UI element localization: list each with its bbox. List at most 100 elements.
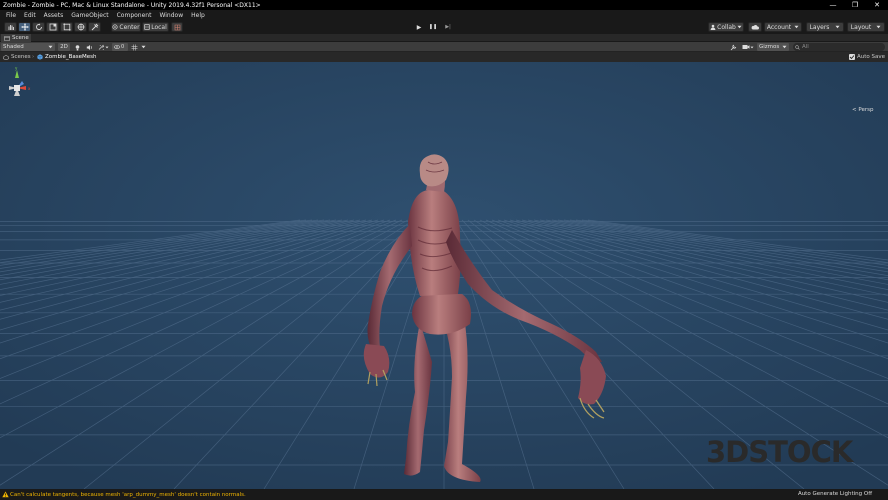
pause-button[interactable]: ❚❚ xyxy=(426,22,440,32)
hidden-count: 0 xyxy=(121,44,125,50)
rotate-tool-button[interactable] xyxy=(32,22,45,32)
breadcrumb-prefab-label: Zombie_BaseMesh xyxy=(45,54,97,60)
move-tool-button[interactable] xyxy=(18,22,31,32)
tab-scene[interactable]: Scene xyxy=(1,34,31,42)
auto-save-checkbox[interactable] xyxy=(849,54,855,60)
step-button[interactable]: ▶| xyxy=(441,22,455,32)
account-dropdown[interactable]: Account xyxy=(764,22,802,32)
chevron-down-icon xyxy=(48,45,53,49)
transform-tool-icon xyxy=(77,23,84,31)
wrench-icon xyxy=(730,44,737,50)
cloud-button[interactable] xyxy=(748,22,762,32)
menu-bar: File Edit Assets GameObject Component Wi… xyxy=(0,10,888,20)
play-button[interactable]: ▶ xyxy=(412,22,426,32)
layers-dropdown[interactable]: Layers xyxy=(806,22,844,32)
scene-tools-button[interactable] xyxy=(730,43,737,51)
menu-window[interactable]: Window xyxy=(155,12,187,19)
chevron-down-icon xyxy=(105,46,109,48)
camera-settings-dropdown[interactable] xyxy=(742,43,754,51)
lighting-toggle[interactable] xyxy=(74,43,81,51)
chevron-down-icon xyxy=(750,46,754,48)
menu-edit[interactable]: Edit xyxy=(20,12,40,19)
warning-icon xyxy=(2,491,9,498)
2d-mode-toggle[interactable]: 2D xyxy=(58,43,70,51)
svg-text:x: x xyxy=(28,86,31,91)
menu-file[interactable]: File xyxy=(2,12,20,19)
search-icon xyxy=(795,44,800,50)
grid-toggle[interactable] xyxy=(131,43,138,51)
close-window-button[interactable]: ✕ xyxy=(866,0,888,10)
auto-save-toggle[interactable]: Auto Save xyxy=(849,53,885,61)
breadcrumb-scenes[interactable]: Scenes xyxy=(3,53,31,61)
window-title: Zombie - Zombie - PC, Mac & Linux Standa… xyxy=(3,1,261,9)
layout-dropdown[interactable]: Layout xyxy=(847,22,885,32)
window-controls: — ❐ ✕ xyxy=(822,0,888,10)
pivot-space-label: Local xyxy=(151,23,167,31)
scale-tool-button[interactable] xyxy=(46,22,59,32)
lighting-status[interactable]: Auto Generate Lighting Off xyxy=(798,491,872,497)
menu-help[interactable]: Help xyxy=(187,12,209,19)
eye-slash-icon xyxy=(114,45,120,49)
main-toolbar: Center Local ▶ ❚❚ ▶| Collab Account Laye… xyxy=(0,20,888,34)
watermark-text: 3DSTOCK xyxy=(706,436,855,466)
audio-toggle[interactable] xyxy=(86,43,93,51)
breadcrumb-prefab[interactable]: Zombie_BaseMesh xyxy=(37,53,97,61)
window-titlebar: Zombie - Zombie - PC, Mac & Linux Standa… xyxy=(0,0,888,10)
collab-button[interactable]: Collab xyxy=(708,22,744,32)
minimize-button[interactable]: — xyxy=(822,0,844,10)
logo-mark: 3DSTOCK xyxy=(706,435,856,469)
draw-mode-dropdown[interactable]: Shaded xyxy=(1,43,55,51)
layers-label: Layers xyxy=(809,23,830,31)
hand-tool-icon xyxy=(8,25,14,30)
layout-label: Layout xyxy=(850,23,872,31)
gizmos-dropdown[interactable]: Gizmos xyxy=(757,43,789,51)
hierarchy-search-input[interactable]: All xyxy=(793,43,885,51)
projection-label[interactable]: < Persp xyxy=(852,107,873,113)
auto-save-label: Auto Save xyxy=(857,54,886,60)
breadcrumb-scenes-label: Scenes xyxy=(11,54,31,60)
menu-gameobject[interactable]: GameObject xyxy=(67,12,112,19)
custom-tool-icon xyxy=(91,23,98,31)
prefab-cube-icon xyxy=(37,54,43,60)
orientation-gizmo[interactable]: y x xyxy=(0,66,34,106)
menu-assets[interactable]: Assets xyxy=(40,12,68,19)
camera-icon xyxy=(742,45,750,49)
move-tool-icon xyxy=(20,23,29,31)
chevron-down-icon xyxy=(794,25,799,29)
lighting-icon xyxy=(75,44,80,50)
search-filter-all: All xyxy=(802,44,809,50)
scene-viewport[interactable]: y x < Persp xyxy=(0,62,888,489)
unity-scene-icon xyxy=(3,54,9,60)
watermark-logo: 3DSTOCK xyxy=(706,435,864,469)
grid-snap-button[interactable] xyxy=(171,22,183,32)
chevron-down-icon xyxy=(876,25,881,29)
tab-scene-label: Scene xyxy=(12,35,29,41)
rect-tool-button[interactable] xyxy=(60,22,73,32)
chevron-down-icon xyxy=(141,45,146,49)
scene-view-toolbar: Shaded 2D 0 Gizmos All xyxy=(0,42,888,52)
restore-button[interactable]: ❐ xyxy=(844,0,866,10)
custom-tool-button[interactable] xyxy=(88,22,101,32)
scene-tab-bar: Scene xyxy=(0,34,888,42)
pivot-space-button[interactable]: Local xyxy=(142,22,169,32)
checkmark-icon xyxy=(849,55,855,60)
rotate-tool-icon xyxy=(35,23,42,30)
pivot-mode-button[interactable]: Center xyxy=(111,22,141,32)
chevron-down-icon xyxy=(737,25,742,29)
grid-menu-dropdown[interactable] xyxy=(141,43,146,51)
scene-tab-icon xyxy=(4,35,10,41)
pivot-mode-label: Center xyxy=(119,23,140,31)
menu-component[interactable]: Component xyxy=(113,12,156,19)
svg-text:y: y xyxy=(15,66,18,71)
effects-dropdown[interactable] xyxy=(98,43,109,51)
status-bar: Can't calculate tangents, because mesh '… xyxy=(0,489,888,500)
pivot-center-icon xyxy=(112,24,118,30)
draw-mode-label: Shaded xyxy=(3,44,24,50)
scene-render xyxy=(0,62,888,489)
hand-tool-button[interactable] xyxy=(4,22,17,32)
console-status-message[interactable]: Can't calculate tangents, because mesh '… xyxy=(0,492,246,498)
transform-tool-button[interactable] xyxy=(74,22,87,32)
rect-tool-icon xyxy=(62,23,71,31)
cloud-icon xyxy=(751,24,759,30)
hidden-objects-toggle[interactable]: 0 xyxy=(112,43,128,51)
